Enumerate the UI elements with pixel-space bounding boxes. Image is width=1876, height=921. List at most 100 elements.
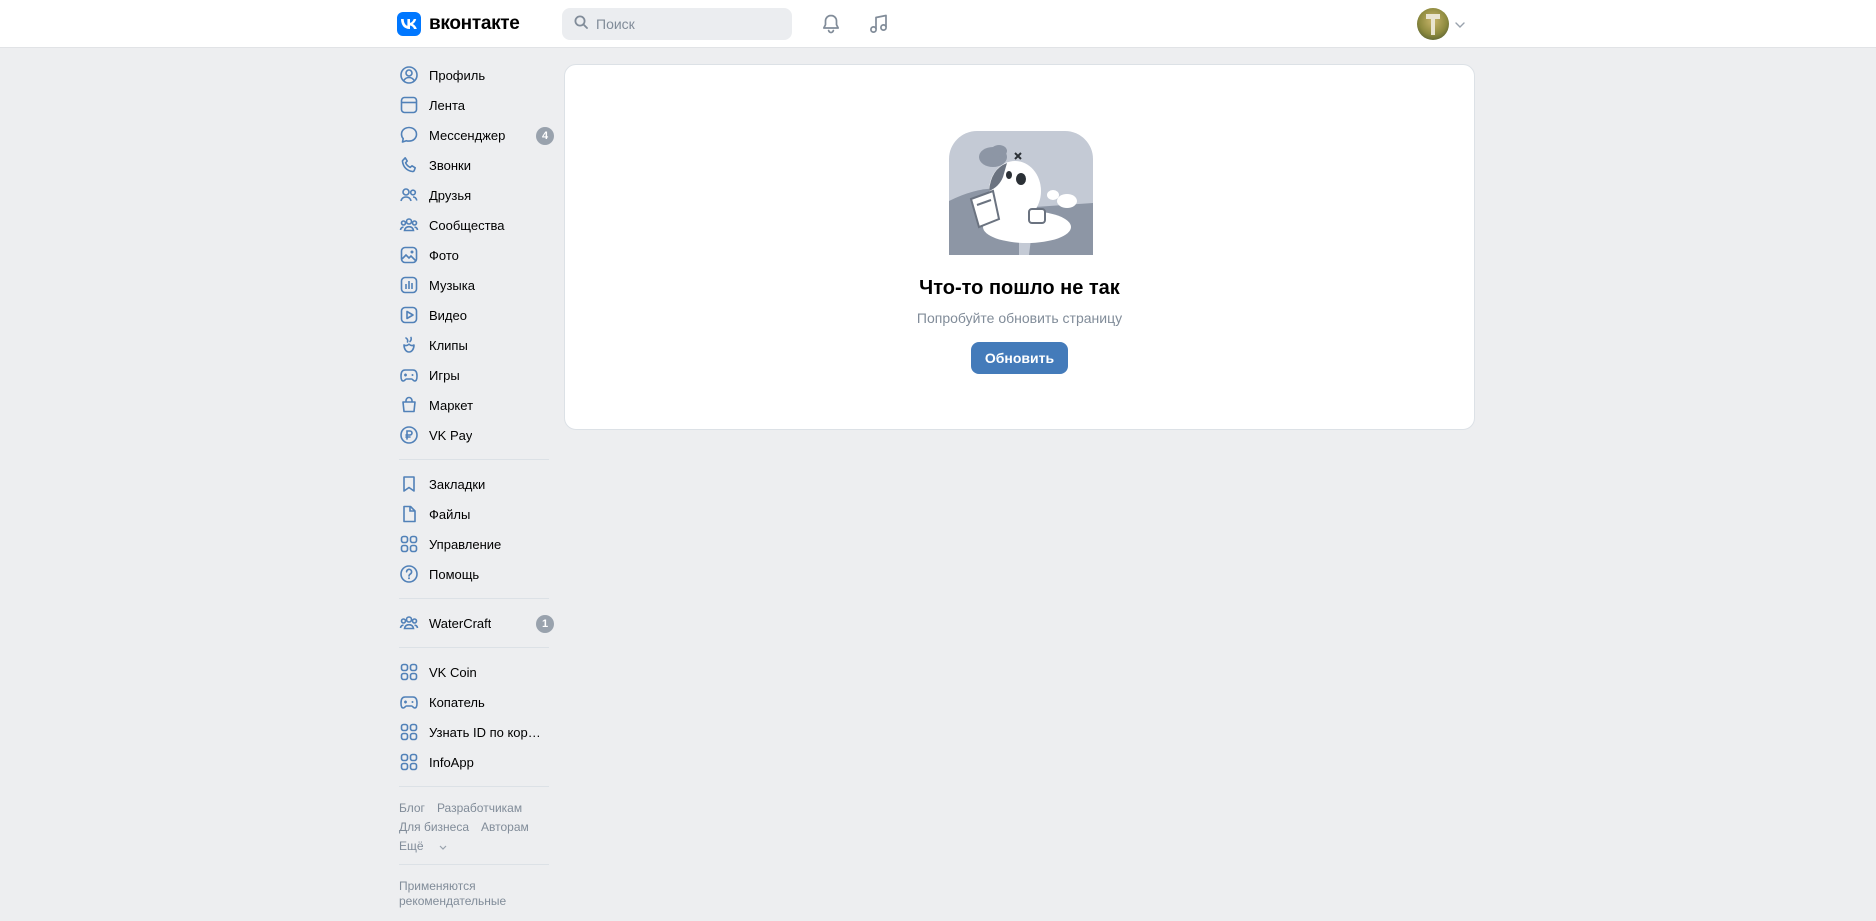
friends-icon — [399, 185, 419, 205]
sidebar-item-label: Друзья — [429, 187, 472, 203]
photo-icon — [399, 245, 419, 265]
footer-link-blog[interactable]: Блог — [399, 801, 425, 815]
phone-icon — [399, 155, 419, 175]
sidebar-item-label: Сообщества — [429, 217, 505, 233]
search-icon — [574, 15, 588, 34]
sidebar-apps-group: VK Coin Копатель Узнать ID по короткому им… — [397, 657, 552, 777]
sidebar-item-label: Файлы — [429, 506, 471, 522]
apps-grid-icon — [399, 752, 419, 772]
footer-link-developers[interactable]: Разработчикам — [437, 801, 522, 815]
sidebar-item-закладки[interactable]: Закладки — [397, 469, 552, 499]
sidebar-item-label: Игры — [429, 367, 460, 383]
sidebar-communities-group: WaterCraft 1 — [397, 608, 554, 638]
sidebar-item-файлы[interactable]: Файлы — [397, 499, 552, 529]
sidebar-item-vk-pay[interactable]: VK Pay — [397, 420, 552, 450]
error-subtitle: Попробуйте обновить страницу — [916, 310, 1123, 326]
user-circle-icon — [399, 65, 419, 85]
bookmark-icon — [399, 474, 419, 494]
apps-grid-icon — [399, 722, 419, 742]
apps-grid-icon — [399, 534, 419, 554]
market-icon — [399, 395, 419, 415]
sidebar-item-label: InfoApp — [429, 754, 474, 770]
sidebar-item-label: Узнать ID по короткому имени — [429, 724, 547, 740]
sidebar-divider — [399, 647, 549, 648]
counter-badge: 1 — [536, 615, 554, 633]
newsfeed-icon — [399, 95, 419, 115]
search-box[interactable] — [562, 8, 792, 40]
sidebar-item-управление[interactable]: Управление — [397, 529, 552, 559]
sidebar-item-label: Лента — [429, 97, 465, 113]
sidebar-item-vk-coin[interactable]: VK Coin — [397, 657, 552, 687]
sidebar-item-label: WaterCraft — [429, 615, 492, 631]
sidebar-item-звонки[interactable]: Звонки — [397, 150, 552, 180]
sidebar-item-лента[interactable]: Лента — [397, 90, 552, 120]
help-icon — [399, 564, 419, 584]
apps-grid-icon — [399, 662, 419, 682]
error-card: Что-то пошло не так Попробуйте обновить … — [564, 64, 1475, 430]
sidebar-item-label: Фото — [429, 247, 459, 263]
sidebar-item-label: Мессенджер — [429, 127, 506, 143]
sidebar-item-watercraft[interactable]: WaterCraft 1 — [397, 608, 554, 638]
footer-more-label: Ещё — [399, 839, 424, 853]
recommendation-notice-line1: Применяются — [399, 879, 476, 893]
profile-menu-button[interactable] — [1417, 8, 1465, 40]
sidebar-item-копатель[interactable]: Копатель — [397, 687, 552, 717]
sidebar-item-label: Маркет — [429, 397, 474, 413]
avatar — [1417, 8, 1449, 40]
error-title: Что-то пошло не так — [919, 277, 1120, 299]
sidebar-footer-links: Блог Разработчикам Для бизнеса Авторам Ещё — [397, 799, 552, 856]
communities-icon — [399, 215, 419, 235]
sidebar-divider — [399, 864, 549, 865]
sidebar-item-видео[interactable]: Видео — [397, 300, 552, 330]
sidebar-item-label: Звонки — [429, 157, 471, 173]
sidebar-item-фото[interactable]: Фото — [397, 240, 552, 270]
sidebar-item-друзья[interactable]: Друзья — [397, 180, 552, 210]
vk-logo-text: вконтакте — [429, 13, 520, 34]
left-sidebar: Профиль Лента Мессенджер 4 Звонки Друзья Сообщ… — [397, 60, 554, 909]
file-icon — [399, 504, 419, 524]
sidebar-secondary-group: Закладки Файлы Управление Помощь — [397, 469, 552, 589]
chevron-down-icon — [1455, 15, 1465, 33]
footer-link-authors[interactable]: Авторам — [481, 820, 529, 834]
sidebar-item-игры[interactable]: Игры — [397, 360, 552, 390]
sidebar-item-label: Клипы — [429, 337, 468, 353]
sidebar-item-label: Музыка — [429, 277, 475, 293]
sidebar-divider — [399, 459, 549, 460]
vk-logo[interactable]: вконтакте — [397, 12, 520, 36]
sidebar-item-label: VK Pay — [429, 427, 473, 443]
music-note-icon[interactable] — [867, 12, 891, 36]
counter-badge: 4 — [536, 127, 554, 145]
sidebar-divider — [399, 598, 549, 599]
refresh-button[interactable]: Обновить — [971, 342, 1068, 374]
sidebar-item-мессенджер[interactable]: Мессенджер 4 — [397, 120, 554, 150]
footer-link-more[interactable]: Ещё — [399, 839, 459, 853]
vkpay-icon — [399, 425, 419, 445]
clips-icon — [399, 335, 419, 355]
error-dog-illustration — [949, 131, 1093, 255]
sidebar-main-group: Профиль Лента Мессенджер 4 Звонки Друзья Сообщ… — [397, 60, 554, 450]
gamepad-icon — [399, 365, 419, 385]
music-icon — [399, 275, 419, 295]
sidebar-item-профиль[interactable]: Профиль — [397, 60, 552, 90]
sidebar-item-помощь[interactable]: Помощь — [397, 559, 552, 589]
bell-icon[interactable] — [819, 12, 843, 36]
video-icon — [399, 305, 419, 325]
sidebar-item-маркет[interactable]: Маркет — [397, 390, 552, 420]
search-input[interactable] — [596, 16, 776, 32]
sidebar-item-сообщества[interactable]: Сообщества — [397, 210, 552, 240]
sidebar-item-label: Профиль — [429, 67, 486, 83]
sidebar-item-label: Копатель — [429, 694, 485, 710]
sidebar-item-label: VK Coin — [429, 664, 477, 680]
footer-link-business[interactable]: Для бизнеса — [399, 820, 469, 834]
sidebar-item-label: Закладки — [429, 476, 486, 492]
sidebar-item-музыка[interactable]: Музыка — [397, 270, 552, 300]
vk-logo-icon — [397, 12, 421, 36]
recommendation-notice[interactable]: Применяются рекомендательные — [397, 879, 552, 909]
sidebar-item-клипы[interactable]: Клипы — [397, 330, 552, 360]
sidebar-divider — [399, 786, 549, 787]
sidebar-item-infoapp[interactable]: InfoApp — [397, 747, 552, 777]
communities-icon — [399, 613, 419, 633]
sidebar-item-label: Помощь — [429, 566, 480, 582]
gamepad-icon — [399, 692, 419, 712]
sidebar-item-узнать-id-по-короткому-имени[interactable]: Узнать ID по короткому имени — [397, 717, 552, 747]
